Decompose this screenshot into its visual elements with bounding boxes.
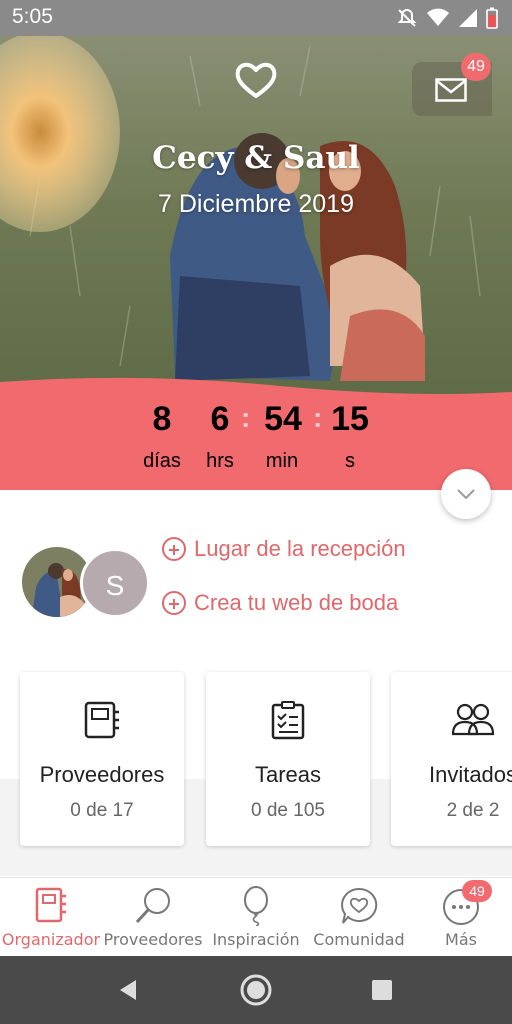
- status-bar: 5:05: [0, 0, 512, 36]
- guests-icon: [391, 700, 512, 736]
- chat-heart-icon: [339, 886, 379, 931]
- notifications-badge: 49: [462, 880, 492, 902]
- status-time: 5:05: [12, 5, 53, 28]
- card-title: Invitados: [428, 762, 512, 787]
- card-title: Tareas: [254, 762, 322, 787]
- countdown-panel: 8 días 6 hrs : 54 min : 15 s: [0, 376, 512, 490]
- recents-icon[interactable]: [371, 979, 393, 1001]
- nav-comunidad[interactable]: Comunidad: [308, 878, 410, 957]
- heart-logo-icon: [234, 60, 278, 105]
- nav-organizador[interactable]: Organizador: [0, 878, 102, 957]
- hero-banner: 49 Cecy & Saul 7 Diciembre 2019: [0, 36, 512, 416]
- app-screen: 5:05 49 Cecy & Saul 7 Diciembre 2019 8 d…: [0, 0, 512, 1024]
- home-icon[interactable]: [239, 973, 273, 1007]
- plus-circle-icon: [162, 591, 186, 615]
- nav-mas[interactable]: Más: [410, 878, 512, 957]
- checklist-icon: [206, 700, 370, 740]
- plus-circle-icon: [162, 537, 186, 561]
- battery-icon: [486, 7, 498, 29]
- messages-badge: 49: [461, 53, 491, 81]
- create-wedding-website-label: Crea tu web de boda: [194, 590, 399, 615]
- nav-label: Inspiración: [212, 930, 300, 949]
- card-count: 0 de 105: [251, 800, 325, 821]
- countdown-minutes-label: min: [265, 450, 299, 472]
- wedding-date: 7 Diciembre 2019: [158, 190, 354, 218]
- card-count: 0 de 17: [70, 800, 134, 821]
- bottom-navigation: Organizador Proveedores Inspiración Comu…: [0, 877, 512, 956]
- nav-label: Más: [445, 930, 477, 949]
- nav-label: Comunidad: [313, 930, 405, 949]
- magnifier-icon: [133, 886, 173, 931]
- nav-label: Organizador: [1, 930, 101, 949]
- chevron-down-icon: [457, 489, 475, 500]
- organizer-icon: [33, 886, 69, 929]
- card-proveedores[interactable]: Proveedores 0 de 17: [20, 672, 184, 846]
- countdown-minutes: 54: [264, 400, 302, 438]
- signal-icon: [459, 9, 477, 27]
- nav-proveedores[interactable]: Proveedores: [102, 878, 204, 957]
- countdown-seconds: 15: [331, 400, 369, 438]
- system-navigation-bar: [0, 956, 512, 1024]
- nav-inspiracion[interactable]: Inspiración: [204, 878, 308, 957]
- status-icons: [396, 7, 498, 29]
- add-reception-venue-label: Lugar de la recepción: [194, 536, 406, 561]
- balloon-icon: [241, 886, 271, 931]
- countdown-hours-label: hrs: [206, 450, 234, 472]
- card-tareas[interactable]: Tareas 0 de 105: [206, 672, 370, 846]
- partner-avatar[interactable]: S: [80, 548, 150, 618]
- collapse-button[interactable]: [441, 469, 491, 519]
- mute-icon: [397, 8, 417, 27]
- card-count: 2 de 2: [446, 800, 500, 821]
- card-invitados[interactable]: Invitados 2 de 2: [391, 672, 512, 846]
- envelope-icon: [435, 78, 467, 102]
- nav-label: Proveedores: [103, 930, 203, 949]
- couple-names: Cecy & Saul: [152, 140, 360, 176]
- create-wedding-website-link[interactable]: Crea tu web de boda: [162, 590, 398, 616]
- card-title: Proveedores: [39, 762, 165, 787]
- add-reception-venue-link[interactable]: Lugar de la recepción: [162, 536, 406, 562]
- countdown-seconds-label: s: [345, 450, 355, 472]
- back-icon[interactable]: [116, 978, 140, 1002]
- wifi-icon: [427, 8, 449, 26]
- notebook-icon: [20, 700, 184, 740]
